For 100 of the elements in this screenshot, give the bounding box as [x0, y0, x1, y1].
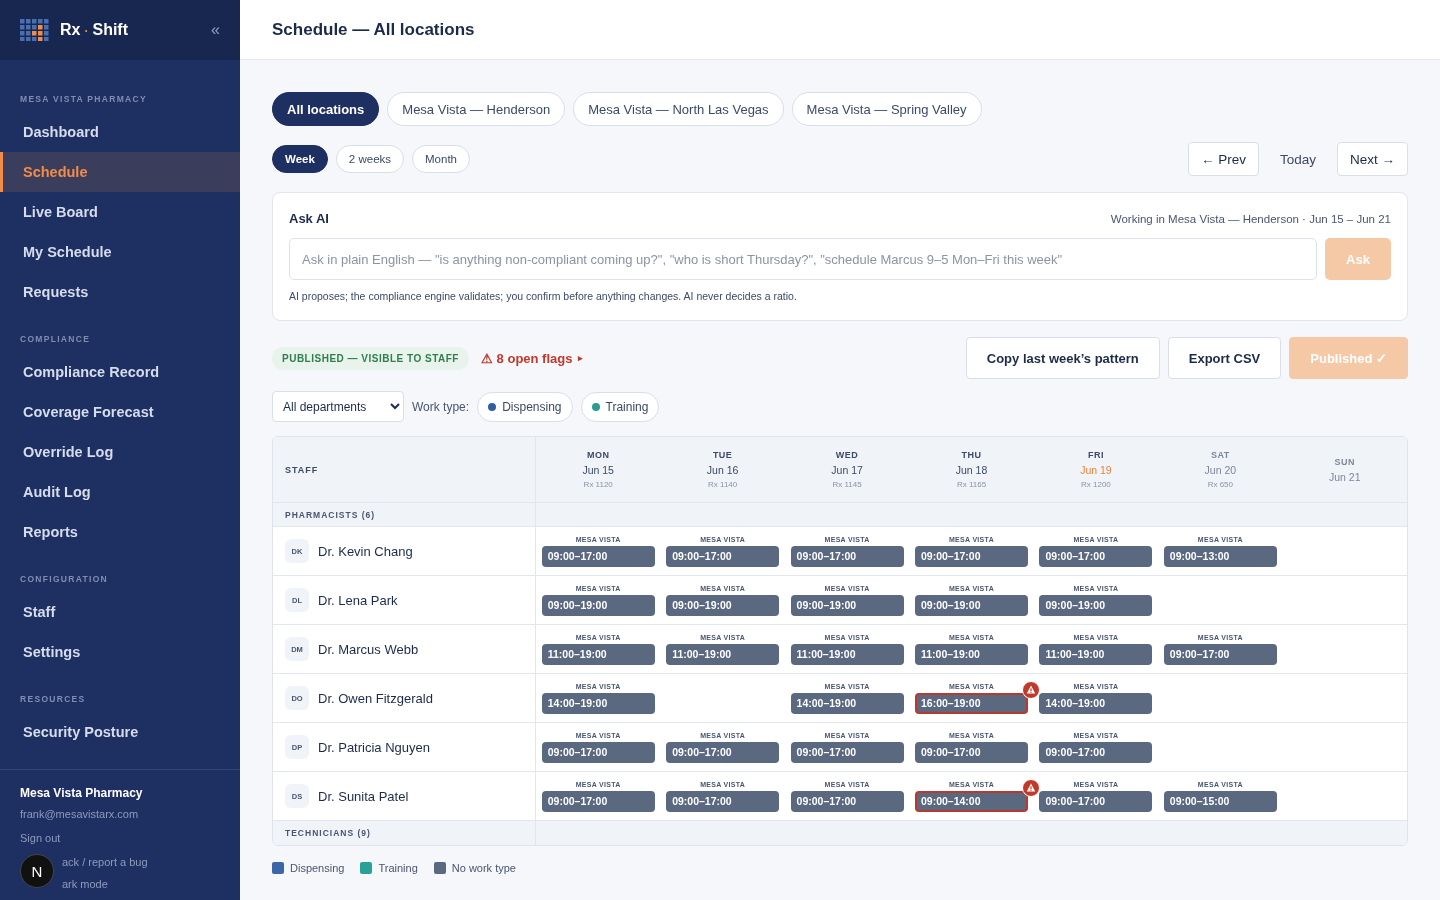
staff-name: Dr. Marcus Webb	[318, 641, 419, 657]
shift-block[interactable]: 09:00–17:00	[1039, 545, 1153, 567]
shift-block[interactable]: 14:00–19:00	[790, 692, 904, 714]
shift-block[interactable]: 09:00–13:00	[1163, 545, 1277, 567]
prev-button[interactable]: ← Prev	[1187, 142, 1259, 176]
sidebar-item[interactable]: Security Posture	[0, 712, 240, 752]
sidebar-item[interactable]: My Schedule	[0, 232, 240, 272]
shift-block[interactable]: 09:00–14:00	[915, 790, 1028, 812]
work-type-label: Work type:	[412, 399, 470, 414]
staff-name: Dr. Lena Park	[318, 592, 398, 608]
rx-count: Rx 1200	[1081, 480, 1111, 489]
shift-block[interactable]: 09:00–17:00	[790, 741, 904, 763]
shift-block[interactable]: 09:00–17:00	[915, 545, 1028, 567]
range-tab[interactable]: Week	[272, 145, 328, 173]
sidebar-item[interactable]: Audit Log	[0, 472, 240, 512]
shift-block[interactable]: 09:00–19:00	[666, 594, 780, 616]
shift-block[interactable]: 11:00–19:00	[541, 643, 655, 665]
work-type-chip[interactable]: Dispensing	[477, 391, 573, 422]
day-name: WED	[835, 450, 859, 460]
shift-block[interactable]: 09:00–15:00	[1163, 790, 1277, 812]
column-header: STAFF	[285, 464, 319, 475]
staff-name: Dr. Sunita Patel	[318, 788, 409, 804]
dark-mode-link[interactable]: ark mode	[62, 878, 148, 890]
shift-block[interactable]: 09:00–19:00	[541, 594, 655, 616]
action-button[interactable]: Export CSV	[1167, 337, 1282, 379]
today-button[interactable]: Today	[1266, 142, 1329, 176]
shift-block[interactable]: 09:00–17:00	[541, 790, 655, 812]
range-tab[interactable]: 2 weeks	[335, 145, 405, 173]
brand-name: Rx · Shift	[60, 21, 128, 39]
feedback-link[interactable]: ack / report a bug	[62, 856, 148, 868]
rx-count: Rx 1120	[583, 480, 613, 489]
shift-block[interactable]: 09:00–17:00	[790, 545, 904, 567]
location-tab[interactable]: Mesa Vista — North Las Vegas	[573, 92, 784, 126]
sidebar-item[interactable]: Settings	[0, 632, 240, 672]
location-tab[interactable]: Mesa Vista — Henderson	[387, 92, 566, 126]
published-badge: PUBLISHED — VISIBLE TO STAFF	[272, 346, 469, 370]
group-label: PHARMACISTS (6)	[285, 509, 376, 520]
day-name: MON	[586, 450, 610, 460]
sign-out-link[interactable]: Sign out	[20, 832, 220, 844]
shift-block[interactable]: 11:00–19:00	[915, 643, 1028, 665]
shift-block[interactable]: 14:00–19:00	[541, 692, 655, 714]
collapse-button[interactable]: «	[211, 21, 220, 39]
shift-block[interactable]: 14:00–19:00	[1039, 692, 1153, 714]
shift-block[interactable]: 09:00–19:00	[915, 594, 1028, 616]
legend-label: No work type	[451, 862, 516, 874]
range-tab[interactable]: Month	[412, 145, 470, 173]
sidebar-item[interactable]: Staff	[0, 592, 240, 632]
department-select[interactable]: All departments	[272, 391, 404, 422]
shift-block[interactable]: 09:00–17:00	[790, 790, 904, 812]
sidebar-item[interactable]: Coverage Forecast	[0, 392, 240, 432]
day-date: Jun 16	[706, 464, 739, 476]
sidebar-item[interactable]: Requests	[0, 272, 240, 312]
shift-block[interactable]: 09:00–17:00	[541, 545, 655, 567]
action-button[interactable]: Copy last week’s pattern	[965, 337, 1160, 379]
day-name: FRI	[1087, 450, 1104, 460]
shift-block[interactable]: 09:00–17:00	[666, 545, 780, 567]
day-date: Jun 20	[1204, 464, 1237, 476]
shift-block[interactable]: 09:00–17:00	[915, 741, 1028, 763]
sidebar-item[interactable]: Compliance Record	[0, 352, 240, 392]
legend-label: Training	[378, 862, 418, 874]
ask-ai-title: Ask AI	[289, 211, 329, 226]
day-name: THU	[961, 450, 982, 460]
day-date: Jun 15	[582, 464, 614, 476]
open-flags-link[interactable]: ⚠ 8 open flags ▸	[481, 350, 584, 366]
location-tab[interactable]: All locations	[272, 92, 380, 126]
shift-block[interactable]: 09:00–17:00	[666, 741, 780, 763]
context-text: Working in Mesa Vista — Henderson · Jun 15 – Jun 21	[1110, 212, 1391, 225]
dev-tools-badge[interactable]: N	[20, 854, 54, 888]
next-button[interactable]: Next →	[1337, 142, 1408, 176]
shift-block[interactable]: 11:00–19:00	[1039, 643, 1153, 665]
location-tab[interactable]: Mesa Vista — Spring Valley	[791, 92, 982, 126]
org-name: Mesa Vista Pharmacy	[20, 786, 144, 800]
legend-label: Dispensing	[290, 862, 345, 874]
day-date: Jun 19	[1080, 464, 1112, 476]
sidebar-item[interactable]: Live Board	[0, 192, 240, 232]
shift-block[interactable]: 09:00–17:00	[666, 790, 780, 812]
work-type-chip[interactable]: Training	[580, 391, 660, 422]
shift-block[interactable]: 09:00–17:00	[541, 741, 655, 763]
sidebar-item[interactable]: Override Log	[0, 432, 240, 472]
warning-icon	[1022, 778, 1040, 797]
ask-input-field[interactable]: Ask in plain English — "is anything non-compliant coming up?", "who is short Thursday?", "schedule Marcus 9–5 Mon–Fri this week"	[289, 238, 1317, 280]
shift-block[interactable]: 16:00–19:00	[915, 692, 1028, 714]
shift-block[interactable]: 09:00–19:00	[1039, 594, 1153, 616]
sidebar-item[interactable]: Schedule	[0, 152, 240, 192]
day-name: SUN	[1334, 456, 1356, 467]
section-heading: MESA VISTA PHARMACY	[19, 93, 148, 106]
shift-block[interactable]: 11:00–19:00	[666, 643, 780, 665]
warning-icon	[1022, 680, 1040, 699]
rx-count: Rx 1145	[832, 480, 862, 489]
grid-logo-icon	[20, 19, 50, 41]
shift-block[interactable]: 09:00–17:00	[1163, 643, 1277, 665]
shift-block[interactable]: 11:00–19:00	[790, 643, 904, 665]
shift-block[interactable]: 09:00–17:00	[1039, 790, 1153, 812]
shift-block[interactable]: 09:00–17:00	[1039, 741, 1153, 763]
sidebar-item[interactable]: Reports	[0, 512, 240, 552]
shift-block[interactable]: 09:00–19:00	[790, 594, 904, 616]
sidebar-item[interactable]: Dashboard	[0, 112, 240, 152]
group-label: TECHNICIANS (9)	[285, 828, 371, 838]
rx-count: Rx 1165	[956, 480, 987, 489]
day-name: TUE	[712, 450, 733, 460]
